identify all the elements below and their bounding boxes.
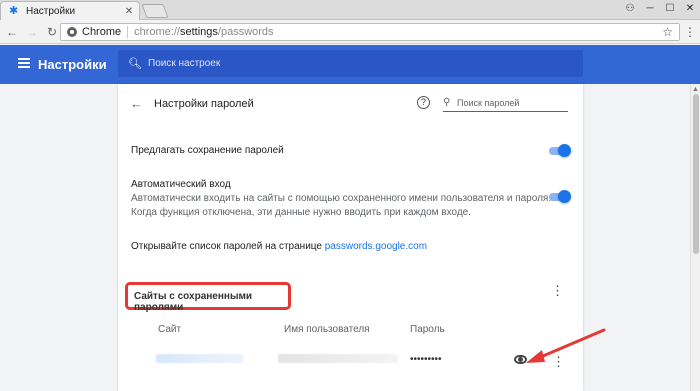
auto-signin-label: Автоматический вход: [131, 179, 231, 190]
saved-passwords-heading: Сайты с сохраненными паролями: [125, 282, 291, 313]
view-passwords-row: Открывайте список паролей на странице pa…: [118, 238, 583, 256]
browser-toolbar: ← → ↻ Chrome chrome:// settings /passwor…: [0, 21, 700, 44]
new-tab-button[interactable]: [141, 4, 169, 18]
auto-signin-row[interactable]: Автоматический вход Автоматически входит…: [118, 176, 583, 222]
header-title: Настройки: [38, 57, 107, 72]
menu-icon[interactable]: ⋮: [684, 25, 696, 39]
help-icon[interactable]: ?: [417, 96, 430, 109]
scrollbar-thumb[interactable]: [693, 94, 699, 254]
auto-signin-toggle[interactable]: [549, 190, 571, 203]
forward-button[interactable]: →: [24, 25, 40, 39]
password-search[interactable]: ⚲: [443, 94, 568, 112]
column-site: Сайт: [158, 324, 182, 335]
settings-search[interactable]: 🔍︎: [118, 50, 583, 77]
offer-save-toggle[interactable]: [549, 144, 571, 157]
maximize-icon[interactable]: ☐: [660, 0, 680, 19]
auto-signin-desc-2: Когда функция отключена, эти данные нужн…: [131, 207, 471, 218]
offer-save-label: Предлагать сохранение паролей: [131, 145, 284, 156]
address-bar[interactable]: Chrome chrome:// settings /passwords ☆: [60, 23, 680, 41]
toggle-knob: [558, 144, 571, 157]
tab-title: Настройки: [26, 5, 76, 17]
star-icon[interactable]: ☆: [662, 25, 673, 39]
scrollbar[interactable]: ▲: [690, 84, 700, 391]
auto-signin-desc-1: Автоматически входить на сайты с помощью…: [131, 193, 552, 204]
window-controls: ⚇ ─ ☐ ✕: [620, 0, 700, 19]
site-chip: Chrome: [82, 26, 122, 38]
url-scheme: chrome://: [134, 26, 180, 38]
tab-settings[interactable]: ✱ Настройки ✕: [0, 1, 140, 20]
passwords-card: ← Настройки паролей ? ⚲ Предлагать сохра…: [118, 84, 583, 391]
search-icon: ⚲: [443, 97, 451, 108]
annotation-arrow: [526, 328, 606, 363]
back-button[interactable]: ←: [4, 25, 20, 39]
search-icon: 🔍︎: [128, 58, 142, 70]
user-icon[interactable]: ⚇: [620, 0, 640, 19]
password-value: •••••••••: [410, 354, 442, 365]
page-title: Настройки паролей: [154, 98, 254, 110]
divider: [127, 26, 129, 38]
minimize-icon[interactable]: ─: [640, 0, 660, 19]
toggle-knob: [558, 190, 571, 203]
tab-close-icon[interactable]: ✕: [123, 6, 135, 17]
hamburger-icon[interactable]: [18, 58, 30, 68]
settings-gear-icon: ✱: [9, 5, 19, 17]
tab-strip: ✱ Настройки ✕ ⚇ ─ ☐ ✕: [0, 0, 700, 20]
offer-save-row[interactable]: Предлагать сохранение паролей: [118, 142, 583, 162]
close-window-icon[interactable]: ✕: [680, 0, 700, 19]
settings-header: Настройки 🔍︎: [0, 45, 700, 84]
back-icon[interactable]: ←: [130, 96, 143, 111]
view-passwords-text: Открывайте список паролей на странице pa…: [131, 241, 427, 252]
view-passwords-prefix: Открывайте список паролей на странице: [131, 241, 325, 252]
reload-button[interactable]: ↻: [44, 25, 60, 39]
page-header: ← Настройки паролей ? ⚲: [118, 84, 583, 124]
password-search-input[interactable]: [457, 97, 562, 108]
blurred-username: [278, 354, 398, 363]
passwords-google-link[interactable]: passwords.google.com: [325, 241, 427, 252]
settings-search-input[interactable]: [148, 58, 548, 69]
blurred-site: [156, 354, 243, 363]
url-path: /passwords: [217, 26, 274, 38]
chrome-icon: [67, 27, 77, 37]
scroll-up-icon[interactable]: ▲: [692, 86, 699, 93]
column-username: Имя пользователя: [284, 324, 370, 335]
column-password: Пароль: [410, 324, 445, 335]
url-host: settings: [179, 26, 218, 38]
more-vert-icon[interactable]: ⋮: [551, 284, 564, 297]
